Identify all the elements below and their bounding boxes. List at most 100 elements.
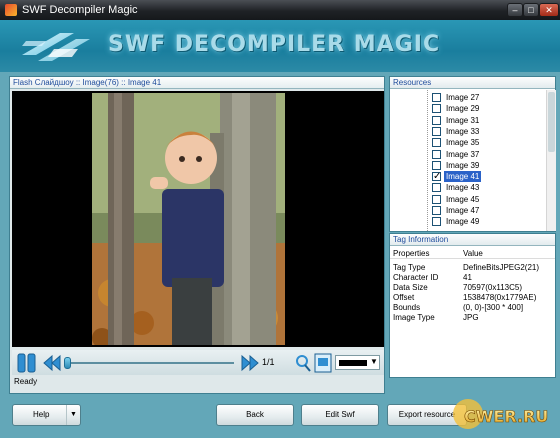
tag-info-header: Tag Information: [390, 234, 555, 246]
tag-info-row: Character ID 41: [390, 273, 555, 283]
maximize-button[interactable]: □: [523, 3, 539, 17]
color-swatch: [339, 360, 367, 366]
header-banner: SWF DECOMPILER MAGIC: [0, 20, 560, 72]
resources-scrollbar[interactable]: [546, 90, 556, 231]
banner-title: SWF DECOMPILER MAGIC: [108, 32, 441, 57]
status-text: Ready: [14, 377, 38, 386]
tag-property: Character ID: [393, 273, 439, 282]
timeline-slider-thumb[interactable]: [64, 357, 71, 369]
tag-info-row: Offset 1538478(0x1779AE): [390, 293, 555, 303]
player-controls: 1/1 ▼: [12, 350, 384, 375]
resource-checkbox[interactable]: [432, 104, 441, 114]
resource-checkbox[interactable]: [432, 206, 441, 215]
column-properties: Properties: [393, 249, 430, 258]
resource-item[interactable]: Image 39: [432, 160, 544, 171]
resource-item[interactable]: Image 45: [432, 194, 544, 205]
resource-checkbox[interactable]: [432, 138, 441, 148]
resource-checkbox[interactable]: ✓: [432, 171, 442, 183]
resource-checkbox[interactable]: [432, 93, 441, 102]
fit-view-icon[interactable]: [314, 353, 332, 373]
tag-value: 41: [463, 273, 472, 282]
tag-info-row: Image Type JPG: [390, 313, 555, 323]
resource-item[interactable]: Image 49: [432, 216, 544, 227]
rewind-icon[interactable]: [42, 353, 62, 373]
resource-checkbox[interactable]: [432, 217, 441, 227]
preview-image: [92, 93, 285, 345]
dropdown-arrow-icon: ▼: [370, 357, 378, 366]
resource-item[interactable]: Image 29: [432, 103, 544, 114]
resource-item[interactable]: Image 43: [432, 182, 544, 193]
edit-swf-button[interactable]: Edit Swf: [301, 404, 379, 426]
resource-item[interactable]: Image 31: [432, 115, 544, 126]
help-button[interactable]: Help ▼: [12, 404, 81, 426]
resource-item[interactable]: Image 33: [432, 126, 544, 137]
resources-tree: Image 27 Image 29 Image 31 Image 33 Image 35…: [390, 90, 546, 231]
resource-item[interactable]: ✓ Image 41: [432, 171, 544, 183]
resource-label: Image 31: [446, 115, 480, 125]
resource-item[interactable]: Image 35: [432, 137, 544, 148]
resource-item[interactable]: Image 37: [432, 149, 544, 160]
tag-info-row: Tag Type DefineBitsJPEG2(21): [390, 263, 555, 273]
column-value: Value: [463, 249, 483, 258]
resource-label: Image 29: [446, 104, 480, 114]
resource-label: Image 27: [446, 93, 480, 102]
tag-info-panel: Tag Information Properties Value Tag Typ…: [389, 233, 556, 378]
tag-value: DefineBitsJPEG2(21): [463, 263, 540, 272]
fast-forward-icon[interactable]: [240, 353, 260, 373]
close-button[interactable]: ✕: [539, 3, 559, 17]
resource-label: Image 37: [446, 149, 480, 159]
breadcrumb: Flash Слайдшоу :: Image(76) :: Image 41: [10, 77, 384, 89]
tag-info-row: Bounds (0, 0)-[300 * 400]: [390, 303, 555, 313]
timeline-slider[interactable]: [70, 362, 234, 364]
resource-label: Image 39: [446, 160, 480, 170]
back-button[interactable]: Back: [216, 404, 294, 426]
tag-property: Image Type: [393, 313, 435, 322]
help-dropdown-icon[interactable]: ▼: [66, 405, 80, 425]
checkmark-icon: ✓: [433, 171, 442, 183]
zoom-tool-icon[interactable]: [294, 353, 312, 373]
tree-line: [427, 90, 428, 231]
resource-label: Image 33: [446, 126, 480, 136]
resource-label: Image 43: [446, 183, 480, 193]
resource-item[interactable]: Image 27: [432, 92, 544, 103]
resource-item[interactable]: Image 47: [432, 205, 544, 216]
scrollbar-thumb[interactable]: [548, 92, 555, 152]
resource-checkbox[interactable]: [432, 149, 441, 159]
resource-label: Image 49: [446, 217, 480, 227]
title-bar[interactable]: SWF Decompiler Magic – □ ✕: [0, 0, 560, 20]
resources-header: Resources: [390, 77, 555, 89]
resource-label: Image 45: [446, 194, 480, 204]
resource-checkbox[interactable]: [432, 160, 441, 170]
preview-canvas: [12, 91, 384, 347]
help-button-label: Help: [33, 410, 50, 419]
resource-checkbox[interactable]: [432, 194, 441, 204]
resource-checkbox[interactable]: [432, 183, 441, 193]
frame-counter: 1/1: [262, 357, 275, 367]
resource-checkbox[interactable]: [432, 115, 441, 125]
tag-info-row: Data Size 70597(0x113C5): [390, 283, 555, 293]
app-window: SWF Decompiler Magic – □ ✕ SWF DECOMPILE…: [0, 0, 560, 438]
tag-property: Data Size: [393, 283, 428, 292]
resource-label: Image 41: [444, 171, 482, 183]
resource-checkbox[interactable]: [432, 126, 441, 136]
logo-icon: [22, 33, 90, 61]
tag-value: JPG: [463, 313, 479, 322]
tag-property: Tag Type: [393, 263, 426, 272]
minimize-button[interactable]: –: [507, 3, 523, 17]
tag-info-columns: Properties Value: [390, 247, 555, 259]
resource-label: Image 47: [446, 206, 480, 215]
tag-property: Bounds: [393, 303, 421, 312]
tag-value: 70597(0x113C5): [463, 283, 523, 292]
resource-label: Image 35: [446, 138, 480, 148]
tag-property: Offset: [393, 293, 415, 302]
preview-panel: Flash Слайдшоу :: Image(76) :: Image 41: [9, 76, 385, 394]
tag-value: 1538478(0x1779AE): [463, 293, 537, 302]
background-color-select[interactable]: ▼: [335, 355, 380, 370]
tag-value: (0, 0)-[300 * 400]: [463, 303, 524, 312]
window-title: SWF Decompiler Magic: [22, 4, 138, 16]
watermark-logo: CWER.RU: [453, 399, 549, 429]
resources-panel: Resources Image 27 Image 29 Image 31 Image …: [389, 76, 556, 232]
play-pause-icon[interactable]: [16, 353, 38, 373]
app-icon: [5, 4, 17, 16]
svg-text:CWER.RU: CWER.RU: [464, 407, 548, 426]
